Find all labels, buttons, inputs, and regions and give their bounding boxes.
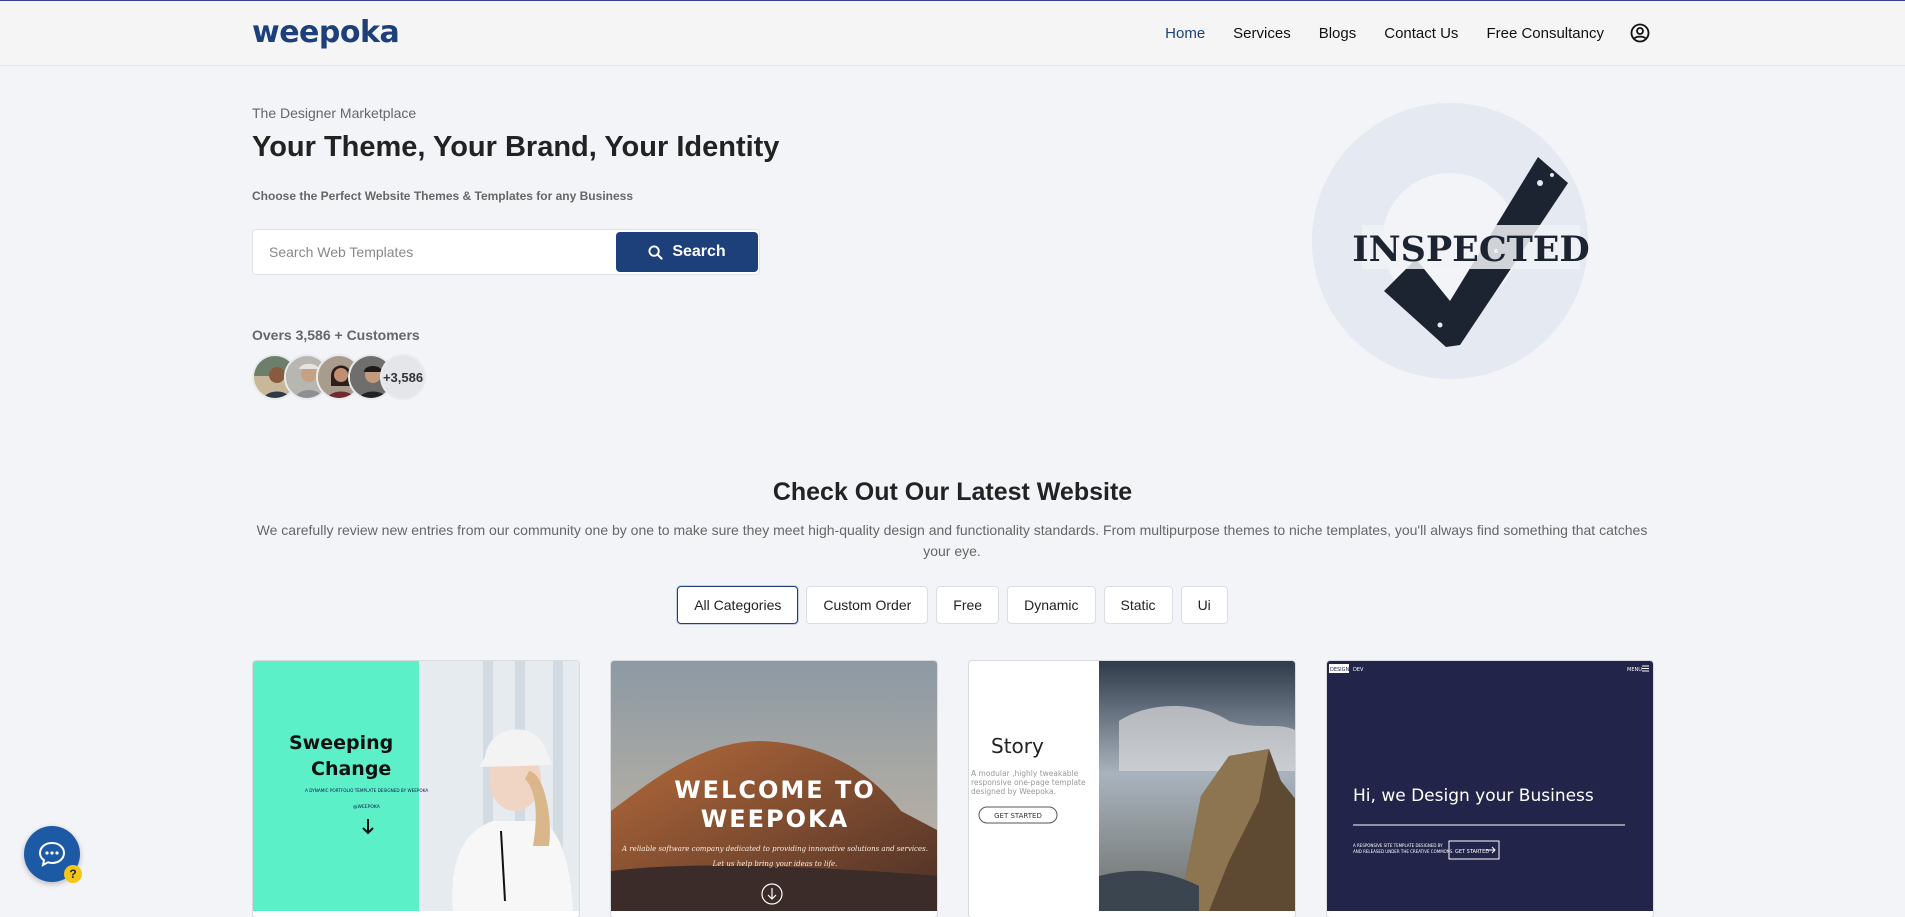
filter-dynamic[interactable]: Dynamic — [1007, 586, 1096, 624]
nav-item-home[interactable]: Home — [1165, 25, 1205, 42]
hero-tagline: The Designer Marketplace — [252, 105, 417, 121]
customer-avatars: +3,586 — [252, 354, 426, 400]
brand-logo[interactable]: weepoka — [252, 15, 400, 50]
filter-free[interactable]: Free — [936, 586, 1000, 624]
search-button-label: Search — [672, 243, 726, 260]
user-circle-icon[interactable] — [1630, 23, 1650, 43]
template-preview: Story A modular ,highly tweakable respon… — [969, 661, 1295, 911]
card-description-line: designed by Weepoka. — [971, 787, 1056, 796]
nav-item-services[interactable]: Services — [1233, 25, 1291, 42]
filter-custom-order[interactable]: Custom Order — [806, 586, 929, 624]
inspected-badge-illustration: INSPECTED — [1300, 101, 1600, 391]
template-preview: DESIGN DEV MENU Hi, we Design your Busin… — [1327, 661, 1653, 911]
filter-ui[interactable]: Ui — [1180, 586, 1228, 624]
card-menu: MENU — [1627, 667, 1642, 673]
card-button: GET STARTED — [1455, 849, 1489, 855]
hero-title: Your Theme, Your Brand, Your Identity — [252, 131, 780, 163]
nav-item-blogs[interactable]: Blogs — [1319, 25, 1357, 42]
card-title-line: Sweeping — [289, 732, 393, 754]
card-title: Story — [991, 734, 1044, 758]
nav-item-free-consultancy[interactable]: Free Consultancy — [1486, 25, 1604, 42]
card-title-line: Change — [311, 758, 391, 780]
template-card[interactable]: DESIGN DEV MENU Hi, we Design your Busin… — [1326, 660, 1654, 917]
card-description-line: responsive one-page template — [971, 778, 1086, 787]
filter-static[interactable]: Static — [1103, 586, 1173, 624]
search-icon — [648, 244, 663, 260]
card-small-text-line: A RESPONSIVE SITE TEMPLATE DESIGNED BY — [1353, 843, 1443, 848]
chat-bubble-icon — [38, 841, 66, 867]
card-title-line: WELCOME TO — [674, 776, 876, 804]
card-brand: DESIGN — [1330, 667, 1350, 673]
search-input[interactable] — [253, 230, 613, 274]
filter-all-categories[interactable]: All Categories — [677, 586, 799, 624]
card-brand-suffix: DEV — [1353, 667, 1364, 673]
search-button[interactable]: Search — [616, 232, 758, 272]
search-bar: Search — [252, 229, 760, 275]
latest-section-title: Check Out Our Latest Website — [772, 478, 1133, 506]
template-preview: Sweeping Change A DYNAMIC PORTFOLIO TEMP… — [253, 661, 579, 911]
card-small-text-line: AND RELEASED UNDER THE CREATIVE COMMONS. — [1353, 849, 1454, 854]
category-filters: All Categories Custom Order Free Dynamic… — [0, 586, 1905, 624]
latest-section-description: We carefully review new entries from our… — [256, 522, 1648, 559]
card-line-2: Let us help bring your ideas to life. — [712, 860, 838, 868]
hero-subtitle: Choose the Perfect Website Themes & Temp… — [252, 189, 633, 203]
top-navbar: weepoka Home Services Blogs Contact Us F… — [0, 1, 1905, 66]
main-nav: Home Services Blogs Contact Us Free Cons… — [1137, 23, 1650, 43]
card-button: GET STARTED — [994, 812, 1042, 820]
template-card[interactable]: Sweeping Change A DYNAMIC PORTFOLIO TEMP… — [252, 660, 580, 917]
help-badge[interactable]: ? — [64, 865, 82, 883]
template-card[interactable]: WELCOME TO WEEPOKA A reliable software c… — [610, 660, 938, 917]
card-description-line: A modular ,highly tweakable — [971, 769, 1079, 778]
card-brand-line: @WEEPOKA — [353, 804, 381, 810]
template-preview: WELCOME TO WEEPOKA A reliable software c… — [611, 661, 937, 911]
template-card[interactable]: Story A modular ,highly tweakable respon… — [968, 660, 1296, 917]
card-title-line: WEEPOKA — [701, 805, 849, 833]
card-title: Hi, we Design your Business — [1353, 786, 1594, 806]
badge-text: INSPECTED — [1352, 229, 1590, 270]
avatar-more-count: +3,586 — [380, 354, 426, 400]
card-small-text: A DYNAMIC PORTFOLIO TEMPLATE DESIGNED BY… — [305, 788, 428, 793]
nav-item-contact-us[interactable]: Contact Us — [1384, 25, 1458, 42]
customers-count-label: Overs 3,586 + Customers — [252, 327, 420, 343]
card-line-1: A reliable software company dedicated to… — [621, 845, 928, 853]
